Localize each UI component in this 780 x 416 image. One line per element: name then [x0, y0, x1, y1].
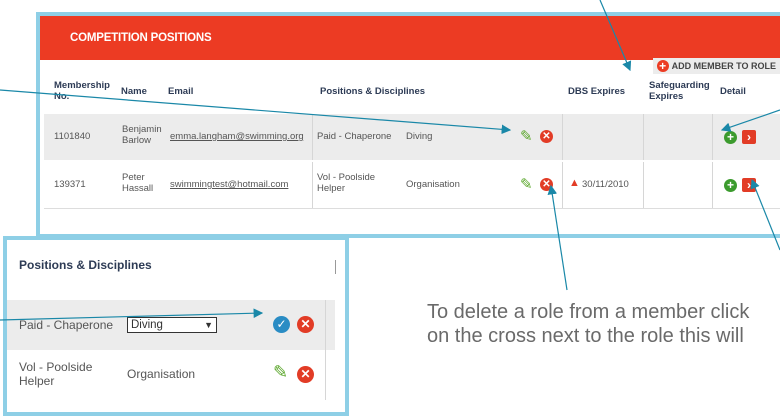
callout-arrow-confirm — [0, 308, 264, 321]
callout-arrow-edit — [0, 89, 512, 135]
callout-arrow-safeguarding — [599, 0, 632, 72]
callout-arrows — [0, 0, 780, 321]
callout-arrow-detail — [750, 178, 780, 251]
callout-arrow-add — [720, 109, 780, 132]
callout-arrow-delete — [547, 184, 568, 291]
